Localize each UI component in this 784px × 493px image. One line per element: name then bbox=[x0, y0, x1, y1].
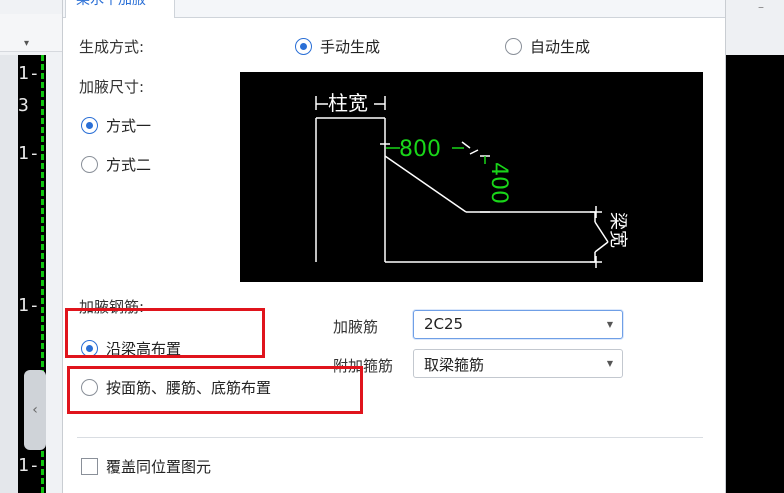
axis-mark: 3 bbox=[18, 95, 29, 116]
axis-mark: 1- bbox=[18, 143, 40, 164]
radio-manual-generation[interactable]: 手动生成 bbox=[295, 36, 380, 57]
radio-label: 方式二 bbox=[106, 156, 152, 174]
chevron-down-icon: ▼ bbox=[606, 359, 613, 368]
axis-mark: 1- bbox=[18, 63, 40, 84]
haunch-size-label: 加腋尺寸: bbox=[79, 78, 145, 96]
checkbox[interactable] bbox=[81, 458, 98, 475]
haunch-bar-select[interactable]: 2C25 ▼ bbox=[413, 310, 623, 339]
radio-label: 自动生成 bbox=[530, 38, 591, 56]
overwrite-same-position-checkbox[interactable]: 覆盖同位置图元 bbox=[81, 456, 211, 477]
haunch-diagram-svg: 柱宽 800 400 梁宽 bbox=[315, 91, 628, 268]
radio-auto-generation[interactable]: 自动生成 bbox=[505, 36, 590, 57]
axis-mark: 1- bbox=[18, 295, 40, 316]
radio-size-option-1[interactable]: 方式一 bbox=[81, 115, 151, 136]
radio-label: 方式一 bbox=[106, 117, 152, 135]
radio-size-option-2[interactable]: 方式二 bbox=[81, 154, 151, 175]
haunch-dialog: 梁水平加腋 生成方式: 手动生成 自动生成 加腋尺寸: 方式一 方式二 柱宽 8… bbox=[62, 0, 726, 493]
checkbox-label: 覆盖同位置图元 bbox=[106, 458, 212, 476]
dimension-800-text: 800 bbox=[399, 137, 441, 162]
background-app-left: ▾ 1- 3 1- 1- 1- ‹ bbox=[0, 0, 62, 493]
radio-button[interactable] bbox=[505, 38, 522, 55]
collapse-panel-button[interactable]: ‹ bbox=[24, 370, 46, 450]
highlight-box-by-face-bars bbox=[67, 366, 363, 414]
haunch-bar-label: 加腋筋 bbox=[333, 318, 379, 336]
tab-beam-horizontal-haunch[interactable]: 梁水平加腋 bbox=[65, 0, 175, 18]
divider bbox=[77, 437, 703, 438]
radio-label: 手动生成 bbox=[320, 38, 381, 56]
generation-mode-label: 生成方式: bbox=[79, 38, 145, 56]
extra-stirrup-select[interactable]: 取梁箍筋 ▼ bbox=[413, 349, 623, 378]
background-side-panel bbox=[0, 55, 18, 493]
dimension-400-text: 400 bbox=[486, 162, 511, 204]
background-toolbar: ▾ bbox=[0, 14, 62, 52]
haunch-bar-value: 2C25 bbox=[424, 315, 464, 333]
column-width-text: 柱宽 bbox=[328, 91, 368, 115]
extra-stirrup-value: 取梁箍筋 bbox=[424, 356, 485, 374]
background-app-right: – bbox=[726, 0, 784, 493]
radio-button[interactable] bbox=[81, 156, 98, 173]
beam-width-text: 梁宽 bbox=[607, 212, 628, 248]
haunch-diagram: 柱宽 800 400 梁宽 bbox=[240, 72, 703, 282]
radio-button[interactable] bbox=[295, 38, 312, 55]
tab-bar: 梁水平加腋 bbox=[63, 0, 725, 18]
highlight-box-along-beam-height bbox=[65, 308, 265, 358]
background-toolbar-right: – bbox=[726, 0, 784, 55]
chevron-down-icon[interactable]: ▾ bbox=[24, 38, 29, 49]
axis-mark: 1- bbox=[18, 455, 40, 476]
radio-button[interactable] bbox=[81, 117, 98, 134]
chevron-down-icon: ▼ bbox=[606, 320, 613, 329]
